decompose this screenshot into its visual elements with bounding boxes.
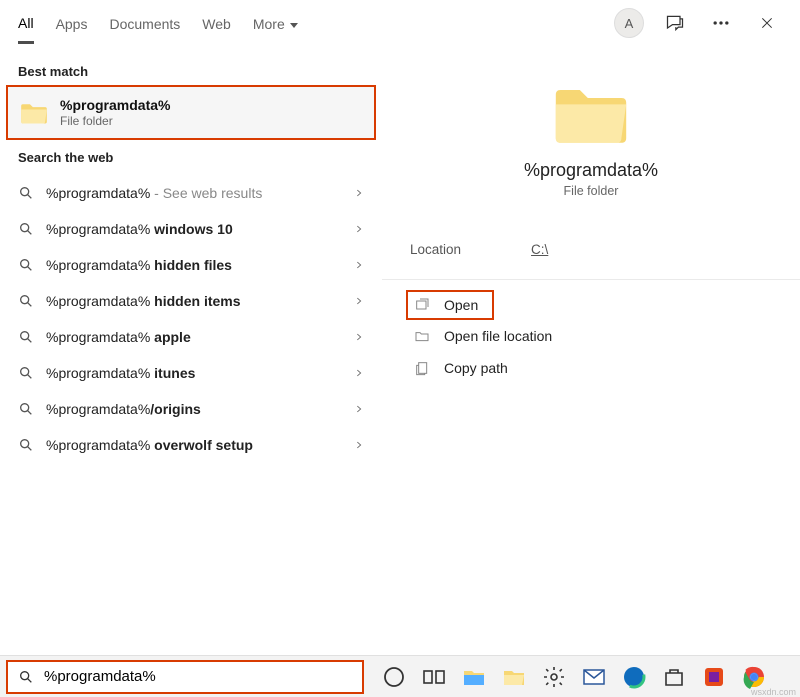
mail-icon[interactable] (582, 665, 606, 689)
preview-panel: %programdata% File folder Location C:\ O… (382, 46, 800, 655)
search-tabs: All Apps Documents Web More (0, 3, 614, 44)
web-result[interactable]: %programdata% - See web results (0, 175, 382, 211)
section-best-match: Best match (0, 54, 382, 85)
chevron-right-icon (354, 404, 364, 414)
web-result-text: %programdata% overwolf setup (46, 437, 342, 453)
web-result-text: %programdata% windows 10 (46, 221, 342, 237)
best-match-subtitle: File folder (60, 114, 170, 128)
chevron-down-icon (290, 23, 298, 28)
search-icon (18, 329, 34, 345)
chevron-right-icon (354, 224, 364, 234)
task-view-icon[interactable] (422, 665, 446, 689)
tab-more[interactable]: More (253, 4, 298, 42)
action-open-location[interactable]: Open file location (406, 320, 776, 352)
cortana-icon[interactable] (382, 665, 406, 689)
search-icon (18, 437, 34, 453)
preview-title: %programdata% (524, 160, 658, 181)
tab-all[interactable]: All (18, 3, 34, 44)
edge-icon[interactable] (622, 665, 646, 689)
open-icon (414, 297, 430, 313)
avatar[interactable]: A (614, 8, 644, 38)
web-result-text: %programdata% itunes (46, 365, 342, 381)
web-result-text: %programdata% apple (46, 329, 342, 345)
web-result-text: %programdata% hidden items (46, 293, 342, 309)
chevron-right-icon (354, 368, 364, 378)
tab-apps[interactable]: Apps (56, 4, 88, 42)
web-result[interactable]: %programdata% hidden files (0, 247, 382, 283)
tab-web[interactable]: Web (202, 4, 231, 42)
watermark: wsxdn.com (751, 687, 796, 697)
search-icon (18, 221, 34, 237)
search-icon (18, 185, 34, 201)
best-match-title: %programdata% (60, 97, 170, 113)
results-panel: Best match %programdata% File folder Sea… (0, 46, 382, 655)
settings-icon[interactable] (542, 665, 566, 689)
folder-icon (20, 101, 48, 125)
chevron-right-icon (354, 440, 364, 450)
file-explorer-icon[interactable] (502, 665, 526, 689)
store-icon[interactable] (662, 665, 686, 689)
ellipsis-icon[interactable] (706, 8, 736, 38)
feedback-icon[interactable] (660, 8, 690, 38)
best-match-result[interactable]: %programdata% File folder (6, 85, 376, 140)
web-result[interactable]: %programdata% overwolf setup (0, 427, 382, 463)
chevron-right-icon (354, 332, 364, 342)
web-result[interactable]: %programdata%/origins (0, 391, 382, 427)
taskbar: %programdata% (0, 655, 800, 697)
web-result-text: %programdata%/origins (46, 401, 342, 417)
web-result-text: %programdata% hidden files (46, 257, 342, 273)
chevron-right-icon (354, 260, 364, 270)
chevron-right-icon (354, 188, 364, 198)
action-open[interactable]: Open (406, 290, 494, 320)
tab-documents[interactable]: Documents (109, 4, 180, 42)
preview-subtitle: File folder (564, 184, 619, 198)
web-result[interactable]: %programdata% itunes (0, 355, 382, 391)
folder-open-icon (414, 328, 430, 344)
file-explorer-icon[interactable] (462, 665, 486, 689)
app-icon[interactable] (702, 665, 726, 689)
search-icon (18, 257, 34, 273)
close-icon[interactable] (752, 8, 782, 38)
search-icon (18, 365, 34, 381)
location-value[interactable]: C:\ (531, 242, 548, 257)
search-icon (18, 669, 34, 685)
copy-icon (414, 360, 430, 376)
web-result[interactable]: %programdata% windows 10 (0, 211, 382, 247)
search-icon (18, 293, 34, 309)
search-input[interactable]: %programdata% (6, 660, 364, 694)
web-result-text: %programdata% - See web results (46, 185, 342, 201)
web-result[interactable]: %programdata% hidden items (0, 283, 382, 319)
folder-icon (551, 82, 631, 146)
search-icon (18, 401, 34, 417)
chrome-icon[interactable] (742, 665, 766, 689)
web-result[interactable]: %programdata% apple (0, 319, 382, 355)
chevron-right-icon (354, 296, 364, 306)
titlebar: All Apps Documents Web More A (0, 0, 800, 46)
section-search-web: Search the web (0, 140, 382, 171)
location-label: Location (410, 242, 461, 257)
search-input-value: %programdata% (44, 668, 156, 685)
action-copy-path[interactable]: Copy path (406, 352, 776, 384)
